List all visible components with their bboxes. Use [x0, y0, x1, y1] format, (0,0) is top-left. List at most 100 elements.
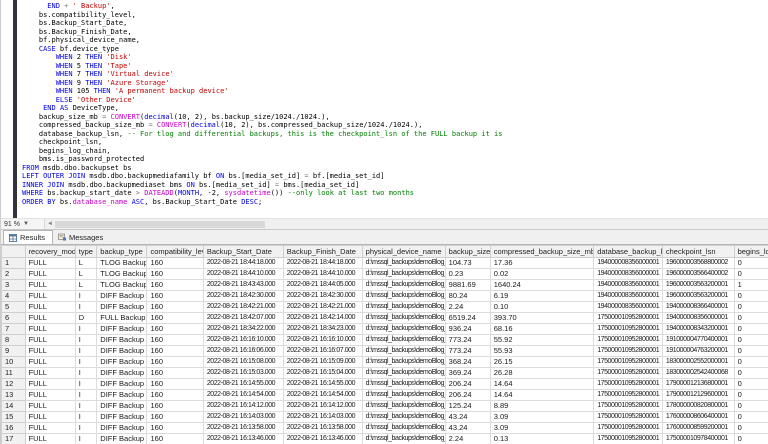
cell[interactable]: FULL: [25, 302, 75, 313]
column-header-rownum[interactable]: [2, 246, 26, 258]
cell[interactable]: 206.24: [445, 390, 490, 401]
cell[interactable]: d:\mssql_backups\demoBlog_: [362, 423, 445, 434]
sql-editor-code[interactable]: END + ' Backup', bs.compatibility_level,…: [17, 0, 768, 218]
cell[interactable]: 191000004763200001: [662, 346, 734, 357]
cell[interactable]: 369.24: [445, 368, 490, 379]
cell[interactable]: d:\mssql_backups\demoBlog_: [362, 335, 445, 346]
cell[interactable]: 2022-08-21 16:15:03.000: [203, 368, 283, 379]
cell[interactable]: DIFF Backup: [97, 434, 147, 444]
cell[interactable]: 175000010952800001: [594, 390, 663, 401]
cell[interactable]: 0: [734, 313, 768, 324]
cell[interactable]: FULL: [25, 401, 75, 412]
cell[interactable]: d:\mssql_backups\demoBlog_: [362, 368, 445, 379]
cell[interactable]: 176000008606400001: [662, 412, 734, 423]
cell[interactable]: I: [75, 324, 97, 335]
cell[interactable]: I: [75, 368, 97, 379]
cell[interactable]: 175000010952800001: [594, 434, 663, 444]
cell[interactable]: d:\mssql_backups\demoBlog_: [362, 313, 445, 324]
cell[interactable]: 0: [734, 357, 768, 368]
cell[interactable]: 160: [147, 302, 203, 313]
cell[interactable]: 773.24: [445, 346, 490, 357]
cell[interactable]: 2022-08-21 16:14:03.000: [203, 412, 283, 423]
cell[interactable]: 17.36: [490, 258, 593, 269]
cell[interactable]: 2022-08-21 18:42:21.000: [203, 302, 283, 313]
cell[interactable]: d:\mssql_backups\demoBlog_: [362, 357, 445, 368]
editor-horizontal-scrollbar[interactable]: ◄: [45, 219, 768, 229]
cell[interactable]: 194000008356000001: [594, 258, 663, 269]
cell[interactable]: 26.15: [490, 357, 593, 368]
cell[interactable]: I: [75, 357, 97, 368]
editor-zoom-control[interactable]: 91 % ▼: [1, 219, 45, 229]
cell[interactable]: 196000003563200001: [662, 280, 734, 291]
row-header[interactable]: 11: [2, 368, 26, 379]
row-header[interactable]: 17: [2, 434, 26, 444]
cell[interactable]: 2022-08-21 18:42:14.000: [283, 313, 362, 324]
cell[interactable]: 2022-08-21 16:13:46.000: [283, 434, 362, 444]
cell[interactable]: 8.89: [490, 401, 593, 412]
cell[interactable]: 175000010952800001: [594, 423, 663, 434]
cell[interactable]: 176000008599200001: [662, 423, 734, 434]
cell[interactable]: d:\mssql_backups\demoBlog_: [362, 269, 445, 280]
cell[interactable]: 183000002542400068: [662, 368, 734, 379]
cell[interactable]: 2022-08-21 16:15:04.000: [283, 368, 362, 379]
cell[interactable]: 14.64: [490, 379, 593, 390]
cell[interactable]: 175000010952800001: [594, 335, 663, 346]
cell[interactable]: DIFF Backup: [97, 346, 147, 357]
cell[interactable]: 191000004770400001: [662, 335, 734, 346]
cell[interactable]: 43.24: [445, 423, 490, 434]
cell[interactable]: DIFF Backup: [97, 401, 147, 412]
column-header-Backup_Start_Date[interactable]: Backup_Start_Date: [203, 246, 283, 258]
cell[interactable]: d:\mssql_backups\demoBlog_: [362, 412, 445, 423]
cell[interactable]: 175000010952800001: [594, 379, 663, 390]
cell[interactable]: 2022-08-21 16:13:58.000: [283, 423, 362, 434]
cell[interactable]: 160: [147, 401, 203, 412]
cell[interactable]: 2022-08-21 18:42:21.000: [283, 302, 362, 313]
cell[interactable]: 160: [147, 291, 203, 302]
cell[interactable]: 0: [734, 346, 768, 357]
column-header-checkpoint_lsn[interactable]: checkpoint_lsn: [662, 246, 734, 258]
row-header[interactable]: 8: [2, 335, 26, 346]
cell[interactable]: FULL: [25, 280, 75, 291]
cell[interactable]: 160: [147, 280, 203, 291]
cell[interactable]: I: [75, 412, 97, 423]
cell[interactable]: 194000008356000001: [662, 313, 734, 324]
cell[interactable]: 2022-08-21 16:16:10.000: [283, 335, 362, 346]
row-header[interactable]: 3: [2, 280, 26, 291]
cell[interactable]: FULL: [25, 335, 75, 346]
cell[interactable]: 2022-08-21 18:34:22.000: [203, 324, 283, 335]
column-header-compressed_backup_size_mb[interactable]: compressed_backup_size_mb: [490, 246, 593, 258]
cell[interactable]: 206.24: [445, 379, 490, 390]
cell[interactable]: 160: [147, 258, 203, 269]
cell[interactable]: 0: [734, 412, 768, 423]
cell[interactable]: 2.24: [445, 434, 490, 444]
cell[interactable]: 773.24: [445, 335, 490, 346]
cell[interactable]: L: [75, 258, 97, 269]
cell[interactable]: d:\mssql_backups\demoBlog_: [362, 324, 445, 335]
column-header-backup_type[interactable]: backup_type: [97, 246, 147, 258]
cell[interactable]: I: [75, 335, 97, 346]
cell[interactable]: 2022-08-21 16:14:12.000: [283, 401, 362, 412]
cell[interactable]: 2022-08-21 16:13:58.000: [203, 423, 283, 434]
cell[interactable]: 2022-08-21 18:44:18.000: [203, 258, 283, 269]
cell[interactable]: FULL: [25, 423, 75, 434]
cell[interactable]: 6.19: [490, 291, 593, 302]
cell[interactable]: 2022-08-21 18:44:10.000: [283, 269, 362, 280]
row-header[interactable]: 13: [2, 390, 26, 401]
cell[interactable]: 0: [734, 324, 768, 335]
cell[interactable]: 160: [147, 390, 203, 401]
cell[interactable]: FULL: [25, 346, 75, 357]
cell[interactable]: 2022-08-21 18:44:18.000: [283, 258, 362, 269]
cell[interactable]: 3.09: [490, 412, 593, 423]
cell[interactable]: 125.24: [445, 401, 490, 412]
column-header-Backup_Finish_Date[interactable]: Backup_Finish_Date: [283, 246, 362, 258]
cell[interactable]: 0: [734, 291, 768, 302]
column-header-type[interactable]: type: [75, 246, 97, 258]
cell[interactable]: I: [75, 379, 97, 390]
cell[interactable]: DIFF Backup: [97, 324, 147, 335]
row-header[interactable]: 6: [2, 313, 26, 324]
row-header[interactable]: 16: [2, 423, 26, 434]
row-header[interactable]: 2: [2, 269, 26, 280]
cell[interactable]: 0: [734, 434, 768, 444]
cell[interactable]: 194000008343200001: [662, 324, 734, 335]
cell[interactable]: FULL: [25, 390, 75, 401]
